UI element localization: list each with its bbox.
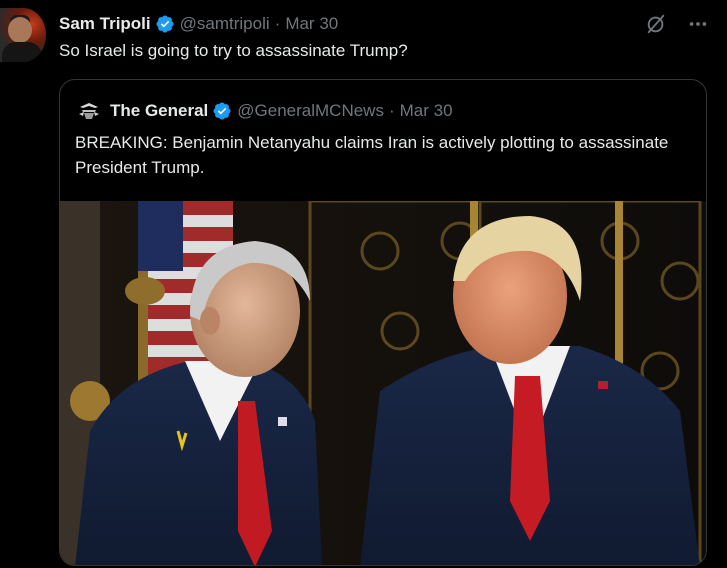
- more-icon[interactable]: [687, 13, 709, 35]
- quoted-tweet-photo[interactable]: [60, 199, 706, 565]
- tweet-actions: [645, 13, 709, 35]
- quoted-author-name[interactable]: The General: [110, 101, 208, 121]
- tweet[interactable]: Sam Tripoli @samtripoli · Mar 30 So Isra: [0, 0, 727, 568]
- avatar-body: [2, 42, 42, 62]
- avatar[interactable]: [0, 8, 46, 62]
- quoted-author-handle[interactable]: @GeneralMCNews: [237, 101, 384, 121]
- tweet-date[interactable]: Mar 30: [285, 14, 338, 34]
- tweet-header: Sam Tripoli @samtripoli · Mar 30: [59, 12, 338, 36]
- quoted-tweet-date[interactable]: Mar 30: [400, 101, 453, 121]
- author-handle[interactable]: @samtripoli: [180, 14, 270, 34]
- tweet-text: So Israel is going to try to assassinate…: [59, 41, 408, 60]
- quoted-tweet-header: The General @GeneralMCNews · Mar 30: [110, 100, 453, 122]
- grok-icon[interactable]: [645, 13, 667, 35]
- verified-badge-icon: [155, 14, 175, 34]
- separator-dot: ·: [388, 101, 395, 120]
- quoted-tweet-text: BREAKING: Benjamin Netanyahu claims Iran…: [75, 133, 669, 177]
- quoted-avatar[interactable]: [76, 98, 102, 124]
- verified-badge-icon: [212, 101, 232, 121]
- author-name[interactable]: Sam Tripoli: [59, 14, 151, 34]
- separator-dot: ·: [274, 14, 281, 33]
- avatar-head: [8, 17, 32, 43]
- quoted-tweet[interactable]: The General @GeneralMCNews · Mar 30 BREA…: [59, 79, 707, 566]
